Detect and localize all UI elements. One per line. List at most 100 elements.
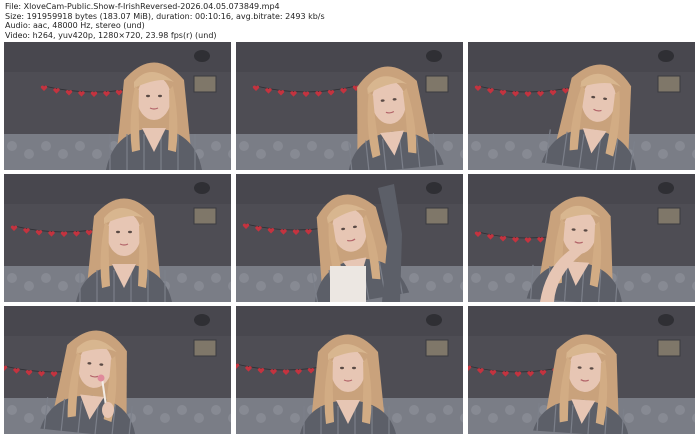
- blanket-pattern: [641, 141, 651, 151]
- thumbnail-frame-5: [236, 174, 463, 302]
- thumbnail-frame-9: [468, 306, 695, 434]
- blanket-pattern: [392, 413, 402, 423]
- blanket-pattern: [307, 141, 317, 151]
- blanket-pattern: [92, 149, 102, 159]
- eye-left: [146, 94, 150, 98]
- wall-frame: [657, 75, 681, 93]
- blanket-pattern: [7, 405, 17, 415]
- thumbnail-scene: [4, 306, 231, 434]
- video-info-header: File: XloveCam-Public.Show-f-IrishRevers…: [5, 2, 695, 40]
- thumbnail-frame-6: [468, 174, 695, 302]
- wall-lamp: [426, 182, 442, 194]
- blanket-pattern: [505, 141, 515, 151]
- blanket-pattern: [488, 281, 498, 291]
- blanket-pattern: [24, 281, 34, 291]
- blanket-pattern: [658, 413, 668, 423]
- blanket-pattern: [211, 273, 221, 283]
- blanket-pattern: [273, 273, 283, 283]
- blanket-pattern: [409, 273, 419, 283]
- thumbnail-frame-1: [4, 42, 231, 170]
- hand: [102, 402, 114, 418]
- blanket-pattern: [675, 273, 685, 283]
- blanket-pattern: [426, 281, 436, 291]
- white-top: [330, 266, 366, 302]
- thumbnail-frame-2: [236, 42, 463, 170]
- lollipop-candy: [97, 374, 105, 382]
- thumbnail-scene: [468, 306, 695, 434]
- thumbnail-frame-3: [468, 42, 695, 170]
- blanket-pattern: [7, 141, 17, 151]
- wall-frame: [193, 75, 217, 93]
- thumbnail-scene: [4, 42, 231, 170]
- eye-right: [158, 94, 162, 98]
- wall-frame: [657, 207, 681, 225]
- blanket-pattern: [290, 149, 300, 159]
- thumbnail-scene: [468, 174, 695, 302]
- thumbnail-frame-4: [4, 174, 231, 302]
- thumbnail-scene: [468, 42, 695, 170]
- wall-frame: [193, 339, 217, 357]
- wall-frame: [657, 339, 681, 357]
- wall-lamp: [658, 314, 674, 326]
- wall-frame: [425, 75, 449, 93]
- wall-lamp: [194, 182, 210, 194]
- blanket-pattern: [658, 281, 668, 291]
- blanket-pattern: [675, 141, 685, 151]
- blanket-pattern: [290, 413, 300, 423]
- thumbnail-scene: [236, 306, 463, 434]
- blanket-pattern: [211, 141, 221, 151]
- eye-right: [352, 366, 356, 370]
- file-size-line: Size: 191959918 bytes (183.07 MiB), dura…: [5, 11, 325, 21]
- blanket-pattern: [194, 281, 204, 291]
- blanket-pattern: [239, 405, 249, 415]
- blanket-pattern: [522, 149, 532, 159]
- blanket-pattern: [211, 405, 221, 415]
- wall-frame: [425, 339, 449, 357]
- blanket-pattern: [471, 405, 481, 415]
- wall-lamp: [426, 50, 442, 62]
- blanket-pattern: [7, 273, 17, 283]
- blanket-pattern: [675, 405, 685, 415]
- blanket-pattern: [443, 141, 453, 151]
- blanket-pattern: [443, 405, 453, 415]
- blanket-pattern: [522, 413, 532, 423]
- blanket-pattern: [624, 413, 634, 423]
- blanket-pattern: [488, 413, 498, 423]
- eye-right: [128, 230, 132, 234]
- blanket-pattern: [409, 405, 419, 415]
- blanket-pattern: [160, 413, 170, 423]
- blanket-pattern: [273, 141, 283, 151]
- audio-info-line: Audio: aac, 48000 Hz, stereo (und): [5, 21, 145, 31]
- blanket-pattern: [58, 149, 68, 159]
- blanket-pattern: [75, 141, 85, 151]
- blanket-pattern: [488, 149, 498, 159]
- blanket-pattern: [239, 141, 249, 151]
- blanket-pattern: [641, 405, 651, 415]
- wall-frame: [425, 207, 449, 225]
- blanket-pattern: [143, 405, 153, 415]
- blanket-pattern: [256, 149, 266, 159]
- blanket-pattern: [24, 413, 34, 423]
- thumbnail-frame-7: [4, 306, 231, 434]
- eye-left: [340, 366, 344, 370]
- blanket-pattern: [443, 273, 453, 283]
- thumbnail-frame-8: [236, 306, 463, 434]
- blanket-pattern: [194, 413, 204, 423]
- video-info-line: Video: h264, yuv420p, 1280×720, 23.98 fp…: [5, 30, 217, 40]
- blanket-pattern: [239, 273, 249, 283]
- blanket-pattern: [471, 141, 481, 151]
- wall-frame: [193, 207, 217, 225]
- thumbnail-scene: [236, 42, 463, 170]
- blanket-pattern: [505, 405, 515, 415]
- blanket-pattern: [658, 149, 668, 159]
- blanket-pattern: [324, 149, 334, 159]
- blanket-pattern: [273, 405, 283, 415]
- blanket-pattern: [58, 281, 68, 291]
- blanket-pattern: [426, 413, 436, 423]
- blanket-pattern: [177, 273, 187, 283]
- wall-lamp: [658, 50, 674, 62]
- blanket-pattern: [41, 273, 51, 283]
- blanket-pattern: [24, 149, 34, 159]
- blanket-pattern: [505, 273, 515, 283]
- wall-lamp: [426, 314, 442, 326]
